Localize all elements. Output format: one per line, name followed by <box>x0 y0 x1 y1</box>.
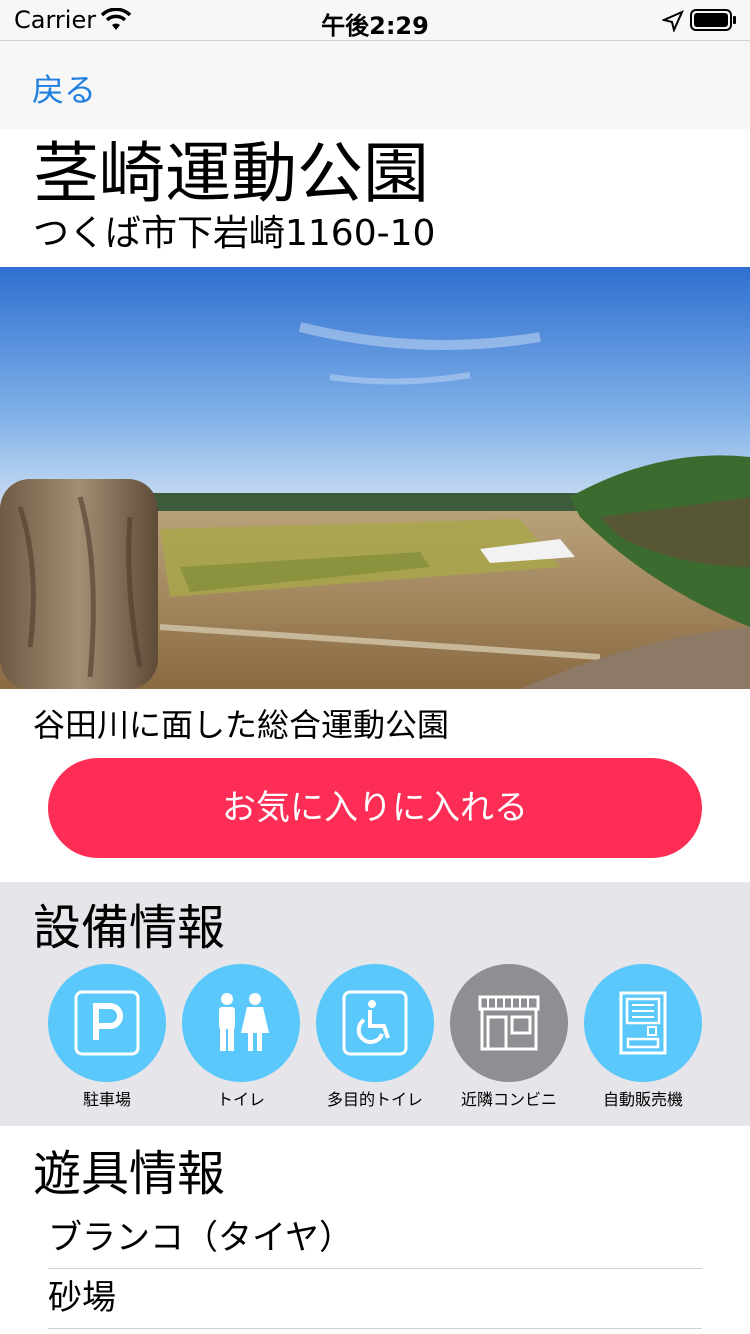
facility-label: 近隣コンビニ <box>460 1090 557 1109</box>
facility-label: 駐車場 <box>82 1090 131 1109</box>
navigation-bar: 戻る <box>0 40 750 129</box>
back-button[interactable]: 戻る <box>32 65 96 111</box>
clock: 午後2:29 <box>321 12 429 40</box>
facility-vending-machine: 自動販売機 <box>583 964 703 1110</box>
facility-multipurpose-toilet: 多目的トイレ <box>315 964 435 1110</box>
facility-label: 自動販売機 <box>602 1090 683 1109</box>
battery-icon <box>690 9 736 31</box>
park-name: 茎崎運動公園 <box>33 135 429 212</box>
facility-label: 多目的トイレ <box>326 1090 423 1109</box>
restroom-icon <box>182 964 300 1082</box>
park-description: 谷田川に面した総合運動公園 <box>33 706 450 744</box>
facility-convenience-store: 近隣コンビニ <box>449 964 569 1110</box>
facilities-section: 設備情報 駐車場 トイレ 多目的トイレ 近隣コンビニ 自動販売機 <box>0 882 750 1126</box>
parking-icon <box>48 964 166 1082</box>
location-arrow-icon <box>662 10 684 32</box>
playground-heading: 遊具情報 <box>33 1146 226 1202</box>
list-item: 砂場 <box>48 1268 702 1329</box>
facilities-heading: 設備情報 <box>33 900 226 956</box>
status-bar: Carrier 午後2:29 <box>0 0 750 40</box>
park-photo <box>0 267 750 689</box>
add-to-favorites-button[interactable]: お気に入りに入れる <box>48 758 702 858</box>
facility-restroom: トイレ <box>181 964 301 1110</box>
wheelchair-icon <box>316 964 434 1082</box>
facility-label: トイレ <box>216 1090 265 1109</box>
store-icon <box>450 964 568 1082</box>
facility-parking: 駐車場 <box>47 964 167 1110</box>
park-address: つくば市下岩崎1160-10 <box>33 213 436 254</box>
vending-machine-icon <box>584 964 702 1082</box>
list-item: ブランコ（タイヤ） <box>48 1208 702 1269</box>
